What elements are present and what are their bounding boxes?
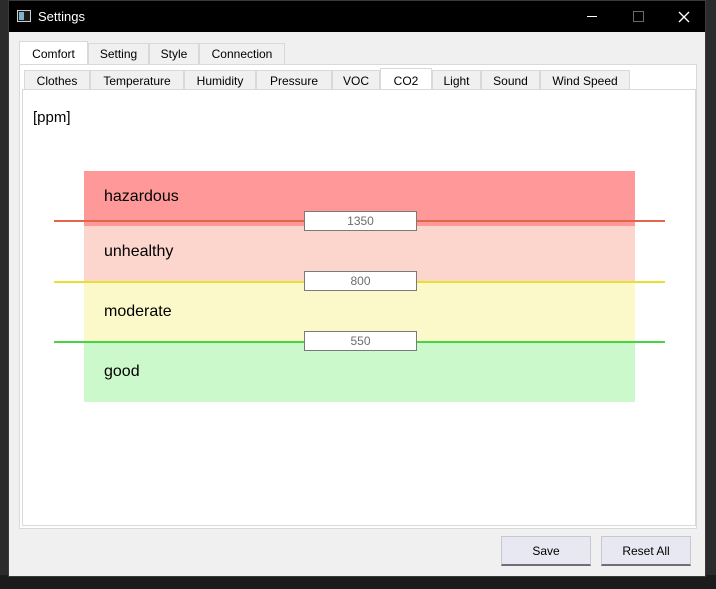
background-desktop-right: [706, 0, 716, 589]
background-desktop-left: [0, 0, 8, 589]
zone-label-unhealthy: unhealthy: [104, 243, 174, 260]
tab-temperature[interactable]: Temperature: [90, 70, 184, 91]
zone-label-good: good: [104, 363, 140, 380]
minimize-button[interactable]: [569, 1, 615, 32]
save-button[interactable]: Save: [501, 536, 591, 566]
background-desktop-bottom: [0, 575, 716, 589]
comfort-panel: Clothes Temperature Humidity Pressure VO…: [19, 64, 697, 529]
unit-label: [ppm]: [33, 109, 71, 126]
zone-label-moderate: moderate: [104, 303, 172, 320]
tab-comfort[interactable]: Comfort: [19, 41, 88, 65]
zone-label-hazardous: hazardous: [104, 188, 179, 205]
threshold-input-unhealthy[interactable]: 800: [304, 271, 417, 291]
tab-style[interactable]: Style: [149, 43, 199, 64]
close-button[interactable]: [661, 1, 707, 32]
tab-setting[interactable]: Setting: [88, 43, 149, 64]
tab-humidity[interactable]: Humidity: [184, 70, 256, 91]
tab-clothes[interactable]: Clothes: [24, 70, 90, 91]
zone-good: good: [84, 342, 635, 402]
app-window-icon: [17, 10, 31, 22]
close-icon: [678, 11, 690, 22]
tab-pressure[interactable]: Pressure: [256, 70, 332, 91]
window-title: Settings: [38, 9, 85, 24]
title-bar[interactable]: Settings: [9, 1, 705, 32]
tab-sound[interactable]: Sound: [481, 70, 540, 91]
co2-panel: [ppm] hazardous unhealthy moderate good …: [22, 89, 696, 526]
maximize-button[interactable]: [615, 1, 661, 32]
tab-voc[interactable]: VOC: [332, 70, 380, 91]
tab-light[interactable]: Light: [432, 70, 481, 91]
settings-window: Settings Comfort Setting Style Connectio…: [8, 0, 706, 577]
reset-all-button[interactable]: Reset All: [601, 536, 691, 566]
threshold-input-hazardous[interactable]: 1350: [304, 211, 417, 231]
threshold-input-moderate[interactable]: 550: [304, 331, 417, 351]
tab-connection[interactable]: Connection: [199, 43, 285, 64]
tab-wind-speed[interactable]: Wind Speed: [540, 70, 630, 91]
